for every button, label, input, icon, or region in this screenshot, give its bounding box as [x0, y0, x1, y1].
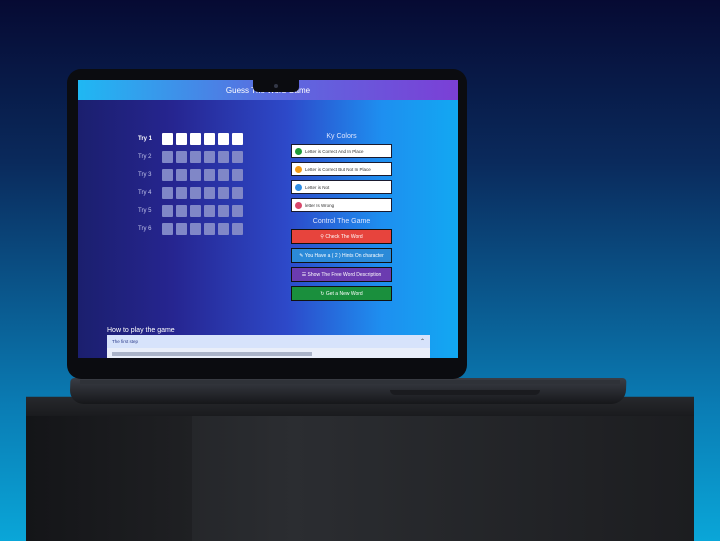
key-color-item: Letter is Correct And In Place	[291, 144, 392, 158]
try-label: Try 1	[138, 136, 153, 142]
letter-input	[232, 187, 243, 199]
letter-input[interactable]	[190, 133, 201, 145]
try-label: Try 4	[138, 190, 152, 196]
accordion-label: The first step	[112, 339, 139, 344]
letter-input	[190, 205, 201, 217]
letter-input	[190, 169, 201, 181]
color-dot-icon	[295, 201, 302, 209]
camera-icon	[274, 84, 278, 88]
key-color-item: Letter is Not	[291, 180, 392, 194]
letter-input	[204, 223, 215, 235]
try-label: Try 3	[138, 172, 152, 178]
key-colors-heading: Ky Colors	[326, 133, 357, 140]
accordion-header[interactable]: The first step ⌃	[107, 335, 430, 348]
letter-input	[162, 205, 173, 217]
letter-input	[176, 169, 187, 181]
new-word-button[interactable]: ↻ Get a New Word	[291, 286, 392, 301]
letter-input	[176, 151, 187, 163]
try-row: Try 5	[138, 202, 246, 220]
side-panel: Ky Colors Letter is Correct And In Place…	[291, 130, 392, 305]
key-color-label: Letter is Correct And In Place	[305, 148, 364, 154]
letter-input	[204, 187, 215, 199]
chevron-up-icon[interactable]: ⌃	[420, 338, 425, 345]
color-dot-icon	[295, 183, 302, 191]
letter-input	[232, 169, 243, 181]
letter-input	[162, 151, 173, 163]
try-label: Try 6	[138, 226, 152, 232]
letter-input	[218, 169, 229, 181]
letter-input[interactable]	[232, 133, 243, 145]
hint-button[interactable]: ✎ You Have a ( 2 ) Hints On character	[291, 248, 392, 263]
key-color-item: Letter is Correct But Not In Place	[291, 162, 392, 176]
letter-input	[204, 169, 215, 181]
letter-input	[190, 151, 201, 163]
key-colors-list: Letter is Correct And In Place Letter is …	[291, 144, 392, 212]
try-row: Try 1	[138, 130, 246, 148]
letter-input	[204, 205, 215, 217]
letter-input	[218, 223, 229, 235]
letter-input	[218, 205, 229, 217]
try-label: Try 5	[138, 208, 152, 214]
check-word-button[interactable]: ⚲ Check The Word	[291, 229, 392, 244]
letter-input	[176, 223, 187, 235]
control-heading: Control The Game	[312, 218, 371, 225]
laptop-keyboard-edge	[80, 380, 620, 384]
color-dot-icon	[295, 165, 302, 173]
letter-input	[232, 205, 243, 217]
letter-input	[176, 205, 187, 217]
try-row: Try 6	[138, 220, 246, 238]
letter-input	[162, 169, 173, 181]
letter-input[interactable]	[176, 133, 187, 145]
color-dot-icon	[295, 147, 302, 155]
try-row: Try 3	[138, 166, 246, 184]
letter-input	[232, 223, 243, 235]
letter-input	[218, 151, 229, 163]
letter-input[interactable]	[204, 133, 215, 145]
letter-input	[204, 151, 215, 163]
key-color-item: letter Is Wrong	[291, 198, 392, 212]
laptop-screen: Guess The Word Game Try 1Try 2Try 3Try 4…	[78, 80, 458, 358]
key-color-label: Letter is Not	[305, 184, 330, 190]
letter-input	[190, 187, 201, 199]
try-label: Try 2	[138, 154, 152, 160]
key-color-label: letter Is Wrong	[305, 202, 335, 208]
description-button[interactable]: ☰ Show The Free Word Description	[291, 267, 392, 282]
letter-input	[190, 223, 201, 235]
pedestal-side	[26, 398, 192, 541]
guess-grid: Try 1 Try 2 Try 3 Try 4 Try 5 Try 6	[138, 130, 246, 238]
letter-input	[232, 151, 243, 163]
letter-input	[176, 187, 187, 199]
try-row: Try 4	[138, 184, 246, 202]
key-color-label: Letter is Correct But Not In Place	[305, 166, 371, 172]
laptop-trackpad-notch	[390, 390, 540, 395]
try-row: Try 2	[138, 148, 246, 166]
letter-input[interactable]	[218, 133, 229, 145]
letter-input	[218, 187, 229, 199]
letter-input[interactable]	[162, 133, 173, 145]
how-to-accordion[interactable]: The first step ⌃	[107, 335, 430, 358]
letter-input	[162, 223, 173, 235]
how-to-heading: How to play the game	[107, 327, 175, 334]
accordion-body-text	[112, 352, 312, 356]
letter-input	[162, 187, 173, 199]
